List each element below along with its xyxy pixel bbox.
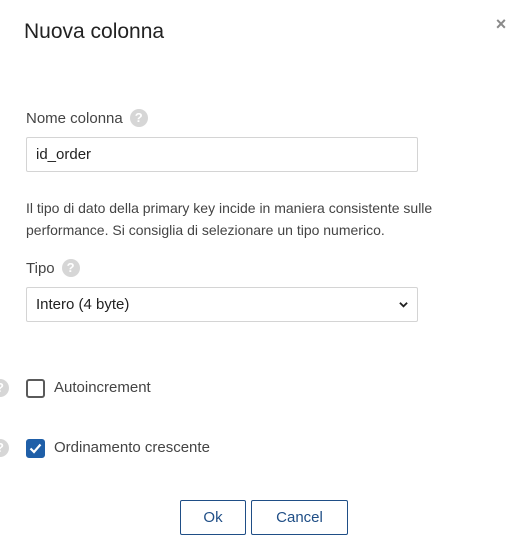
help-icon[interactable]: ? [0,439,9,457]
chevron-down-icon [399,302,408,308]
type-select[interactable]: Intero (4 byte) [26,287,418,322]
dialog-title: Nuova colonna [24,20,165,43]
type-label-row: Tipo ? [26,259,80,277]
close-icon[interactable]: × [492,14,510,34]
help-icon[interactable]: ? [61,259,80,277]
column-name-input[interactable] [26,137,418,172]
type-label: Tipo [26,259,55,277]
column-name-label: Nome colonna [26,109,123,127]
help-icon[interactable]: ? [129,109,148,127]
cancel-button[interactable]: Cancel [251,500,348,535]
autoincrement-label: Autoincrement [54,379,151,396]
ascending-order-checkbox[interactable] [26,439,45,458]
autoincrement-checkbox[interactable] [26,379,45,398]
help-icon[interactable]: ? [0,379,9,397]
column-name-label-row: Nome colonna ? [26,109,148,127]
ok-button[interactable]: Ok [180,500,246,535]
info-text: Il tipo di dato della primary key incide… [26,200,433,238]
check-icon [29,443,42,454]
type-select-value: Intero (4 byte) [36,296,130,313]
ascending-order-label: Ordinamento crescente [54,439,210,456]
new-column-dialog: Nuova colonna × Nome colonna ? Il tipo d… [0,0,521,550]
